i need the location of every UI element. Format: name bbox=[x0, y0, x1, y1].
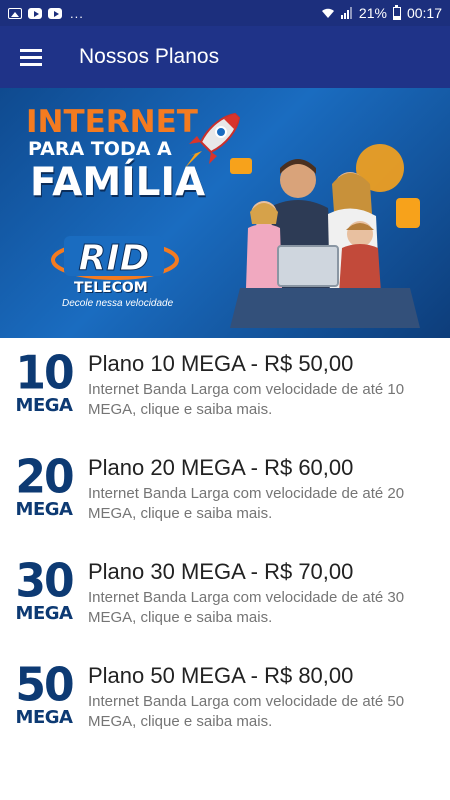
status-bar: ... 21% 00:17 bbox=[0, 0, 450, 26]
svg-text:RID: RID bbox=[79, 238, 150, 279]
plan-text: Plano 20 MEGA - R$ 60,00 Internet Banda … bbox=[88, 454, 450, 524]
wifi-icon bbox=[321, 8, 334, 18]
plan-title: Plano 30 MEGA - R$ 70,00 bbox=[88, 559, 354, 584]
menu-button[interactable] bbox=[0, 26, 62, 88]
plan-title: Plano 50 MEGA - R$ 80,00 bbox=[88, 663, 354, 688]
plan-title: Plano 10 MEGA - R$ 50,00 bbox=[88, 351, 354, 376]
logo-slogan: Decole nessa velocidade bbox=[62, 298, 174, 309]
more-notifications-indicator: ... bbox=[70, 5, 84, 21]
youtube-notification-icon-2 bbox=[48, 7, 62, 19]
gallery-notification-icon bbox=[8, 7, 22, 19]
plan-description: Internet Banda Larga com velocidade de a… bbox=[88, 381, 405, 418]
plan-badge: 20 MEGA bbox=[0, 454, 88, 520]
cell-signal-icon bbox=[340, 7, 352, 19]
plan-description: Internet Banda Larga com velocidade de a… bbox=[88, 693, 405, 730]
plan-item-10[interactable]: 10 MEGA Plano 10 MEGA - R$ 50,00 Interne… bbox=[0, 338, 450, 442]
hamburger-menu-icon bbox=[20, 49, 42, 66]
plan-badge: 30 MEGA bbox=[0, 558, 88, 624]
app-bar: Nossos Planos bbox=[0, 26, 450, 88]
plan-text: Plano 50 MEGA - R$ 80,00 Internet Banda … bbox=[88, 662, 450, 732]
plan-description: Internet Banda Larga com velocidade de a… bbox=[88, 485, 405, 522]
plan-item-50[interactable]: 50 MEGA Plano 50 MEGA - R$ 80,00 Interne… bbox=[0, 650, 450, 754]
plan-title: Plano 20 MEGA - R$ 60,00 bbox=[88, 455, 354, 480]
family-photo-icon bbox=[230, 144, 420, 328]
promo-banner: INTERNET PARA TODA A FAMÍLIA RID TELECOM… bbox=[0, 88, 450, 338]
status-system: 21% 00:17 bbox=[321, 4, 442, 21]
plan-badge-number: 50 bbox=[15, 658, 74, 713]
plan-badge: 50 MEGA bbox=[0, 662, 88, 728]
banner-headline-line1: INTERNET bbox=[26, 104, 198, 140]
plan-badge-number: 20 bbox=[15, 450, 74, 505]
plan-badge: 10 MEGA bbox=[0, 350, 88, 416]
plan-text: Plano 30 MEGA - R$ 70,00 Internet Banda … bbox=[88, 558, 450, 628]
clock: 00:17 bbox=[406, 5, 442, 21]
rid-logo-icon: RID bbox=[51, 236, 179, 280]
plan-badge-number: 30 bbox=[15, 554, 74, 609]
logo-subtitle: TELECOM bbox=[74, 280, 148, 296]
youtube-notification-icon bbox=[28, 7, 42, 19]
plans-list: 10 MEGA Plano 10 MEGA - R$ 50,00 Interne… bbox=[0, 338, 450, 754]
page-title: Nossos Planos bbox=[79, 45, 220, 68]
banner-headline-line2: PARA TODA A bbox=[28, 138, 172, 160]
plan-item-30[interactable]: 30 MEGA Plano 30 MEGA - R$ 70,00 Interne… bbox=[0, 546, 450, 650]
status-notifications: ... bbox=[8, 6, 84, 21]
plan-description: Internet Banda Larga com velocidade de a… bbox=[88, 589, 405, 626]
plan-text: Plano 10 MEGA - R$ 50,00 Internet Banda … bbox=[88, 350, 450, 420]
battery-percentage: 21% bbox=[358, 5, 387, 21]
plan-item-20[interactable]: 20 MEGA Plano 20 MEGA - R$ 60,00 Interne… bbox=[0, 442, 450, 546]
battery-icon bbox=[392, 4, 401, 20]
plan-badge-number: 10 bbox=[15, 346, 74, 401]
